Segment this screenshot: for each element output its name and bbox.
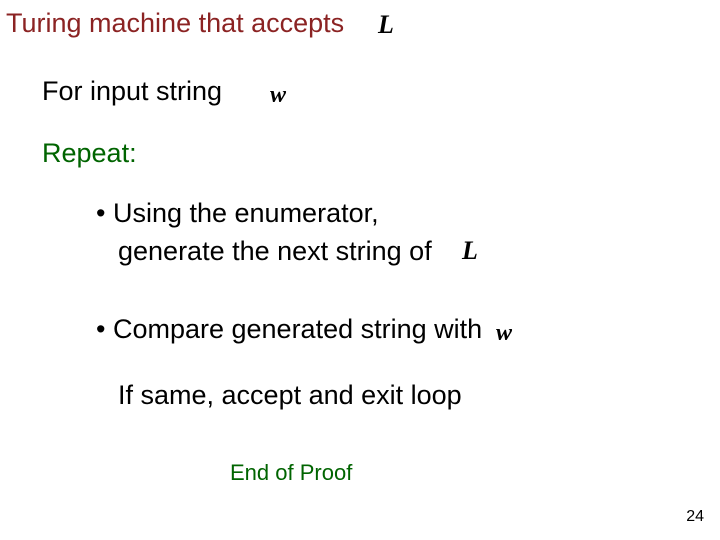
repeat-label: Repeat: — [42, 138, 137, 169]
symbol-w-2: w — [496, 320, 512, 347]
bullet-1-line-1: • Using the enumerator, — [96, 198, 379, 229]
title-text: Turing machine that accepts — [6, 8, 344, 39]
symbol-L-2: L — [462, 236, 478, 266]
bullet-2: • Compare generated string with — [96, 314, 482, 345]
slide: Turing machine that accepts L For input … — [0, 0, 720, 540]
for-input-string: For input string — [42, 76, 222, 107]
bullet-1-line-2: generate the next string of — [118, 236, 432, 267]
end-of-proof: End of Proof — [230, 460, 352, 486]
symbol-L-1: L — [378, 10, 394, 40]
page-number: 24 — [686, 508, 704, 526]
symbol-w-1: w — [270, 82, 286, 109]
if-same-line: If same, accept and exit loop — [118, 380, 462, 411]
